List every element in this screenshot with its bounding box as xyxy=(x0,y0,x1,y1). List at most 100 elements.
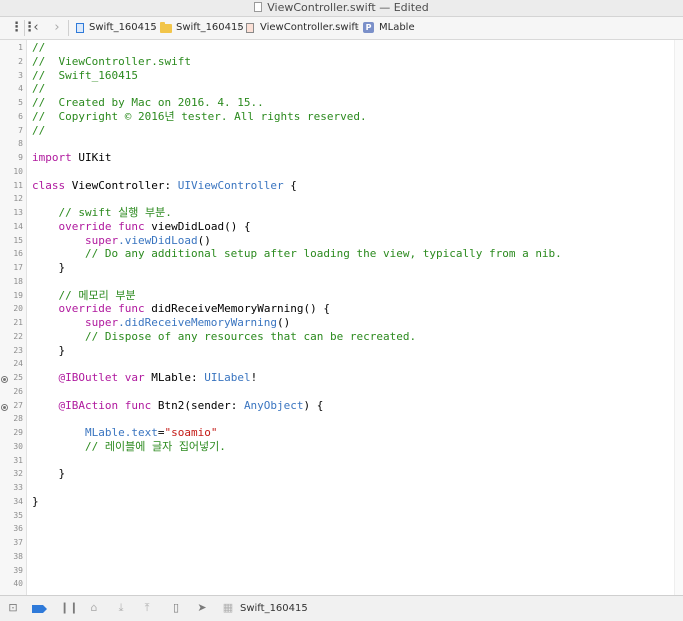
keyword: super xyxy=(32,316,119,329)
code-line-4: // xyxy=(32,82,46,96)
code-text: () xyxy=(277,316,291,329)
code-text: ! xyxy=(250,371,258,384)
back-icon[interactable]: ‹ xyxy=(30,21,42,34)
line-number: 36 xyxy=(13,524,23,534)
line-number: 40 xyxy=(13,579,23,589)
line-number: 39 xyxy=(13,565,23,575)
property-icon: P xyxy=(363,22,374,33)
chevron-right-icon: › xyxy=(355,22,359,33)
line-number: 34 xyxy=(13,496,23,506)
line-number: 33 xyxy=(13,483,23,492)
code-line-15: super.viewDidLoad() xyxy=(32,234,211,248)
folder-icon xyxy=(160,22,172,33)
vertical-scrollbar[interactable] xyxy=(674,40,683,595)
line-number: 2 xyxy=(18,56,23,66)
keyword: class xyxy=(32,178,66,192)
line-number: 31 xyxy=(13,455,23,465)
code-line-5: // Created by Mac on 2016. 4. 15.. xyxy=(32,96,264,109)
code-line-7: // xyxy=(32,123,46,137)
line-number: 1 xyxy=(18,43,23,52)
line-number: 35 xyxy=(13,510,23,520)
chevron-right-icon: › xyxy=(152,22,156,33)
code-line-21: super.didReceiveMemoryWarning() xyxy=(32,316,290,330)
swift-file-icon xyxy=(246,23,254,33)
view-debugger-icon[interactable]: ▯ xyxy=(170,602,182,614)
step-out-icon[interactable]: ⤒ xyxy=(141,602,153,614)
code-line-19: // 메모리 부분 xyxy=(32,288,136,302)
line-number: 13 xyxy=(13,208,23,217)
pause-icon[interactable]: ❙❙ xyxy=(60,602,78,614)
outlet-connected-icon[interactable] xyxy=(1,376,8,383)
scheme-icon: ▦ xyxy=(222,601,234,614)
window-title: ViewController.swift — Edited xyxy=(0,1,683,15)
code-line-6: // Copyright © 2016년 tester. All rights … xyxy=(32,109,367,123)
keyword: override xyxy=(32,302,112,316)
variable: MLable xyxy=(32,426,125,439)
code-line-22: // Dispose of any resources that can be … xyxy=(32,329,417,343)
debug-target-label[interactable]: Swift_160415 xyxy=(240,596,308,621)
code-line-9: import UIKit xyxy=(32,151,112,165)
keyword: func xyxy=(111,302,145,316)
type-name: UIViewController xyxy=(177,178,284,192)
line-number: 37 xyxy=(13,538,23,547)
keyword: func xyxy=(111,219,145,233)
code-line-34: } xyxy=(32,494,39,508)
location-icon[interactable]: ➤ xyxy=(196,602,208,614)
hide-debug-area-icon[interactable]: ⊡ xyxy=(7,602,19,614)
attribute: @IBOutlet xyxy=(32,371,119,384)
divider xyxy=(24,20,25,36)
code-line-16: // Do any additional setup after loading… xyxy=(32,247,562,261)
code-line-13: // swift 실행 부분. xyxy=(32,206,172,219)
line-number: 29 xyxy=(13,428,23,437)
related-items-icon[interactable]: ⋮⋮ xyxy=(10,21,36,34)
line-number: 14 xyxy=(13,221,23,231)
line-number: 8 xyxy=(18,139,23,149)
line-number: 17 xyxy=(13,263,23,272)
type-name: AnyObject xyxy=(243,398,304,412)
crumb-file[interactable]: ViewController.swift xyxy=(260,17,359,39)
keyword: import xyxy=(32,151,72,164)
debug-bar: ⊡ ❙❙ ⌂ ⤓ ⤒ ▯ ➤ ▦ Swift_160415 xyxy=(0,595,683,621)
line-number: 30 xyxy=(13,441,23,451)
breakpoint-icon[interactable] xyxy=(32,605,47,613)
code-line-3: // Swift_160415 xyxy=(32,68,138,82)
code-line-1: // xyxy=(32,41,46,54)
line-number: 15 xyxy=(13,235,23,245)
window-title-text: ViewController.swift — Edited xyxy=(267,1,429,14)
string-literal: "soamio" xyxy=(164,426,218,439)
step-over-icon[interactable]: ⌂ xyxy=(88,602,100,614)
forward-icon[interactable]: › xyxy=(51,21,63,34)
line-number: 21 xyxy=(13,318,23,327)
line-number: 38 xyxy=(13,551,23,561)
code-text: { xyxy=(283,178,297,192)
code-line-23: } xyxy=(32,343,66,357)
line-number: 12 xyxy=(13,194,23,204)
code-line-30: // 레이블에 글자 집어넣기. xyxy=(32,439,226,453)
step-in-icon[interactable]: ⤓ xyxy=(115,602,127,614)
crumb-symbol[interactable]: MLable xyxy=(379,17,415,39)
document-icon xyxy=(254,2,263,12)
jump-bar: ⋮⋮ ‹ › Swift_160415 › Swift_160415 › Vie… xyxy=(0,17,683,40)
code-line-17: } xyxy=(32,261,66,274)
code-text: MLable: xyxy=(144,371,205,384)
crumb-project[interactable]: Swift_160415 xyxy=(89,17,157,39)
chevron-right-icon: › xyxy=(237,22,241,33)
line-number: 16 xyxy=(13,249,23,259)
line-number: 22 xyxy=(13,331,23,341)
line-number: 19 xyxy=(13,290,23,300)
keyword: super xyxy=(32,233,119,247)
line-number: 24 xyxy=(13,359,23,369)
outlet-connected-icon[interactable] xyxy=(1,403,8,411)
code-line-32: } xyxy=(32,467,66,481)
line-number: 5 xyxy=(18,98,23,107)
method-call: .viewDidLoad xyxy=(118,233,198,247)
code-text: () xyxy=(197,233,211,247)
property: .text xyxy=(124,426,158,439)
code-line-2: // ViewController.swift xyxy=(32,54,191,68)
line-number: 26 xyxy=(13,386,23,396)
crumb-folder[interactable]: Swift_160415 xyxy=(176,17,244,39)
line-number: 23 xyxy=(13,345,23,355)
keyword: override xyxy=(32,219,112,233)
code-line-20: override func didReceiveMemoryWarning() … xyxy=(32,302,330,316)
line-number: 18 xyxy=(13,276,23,286)
